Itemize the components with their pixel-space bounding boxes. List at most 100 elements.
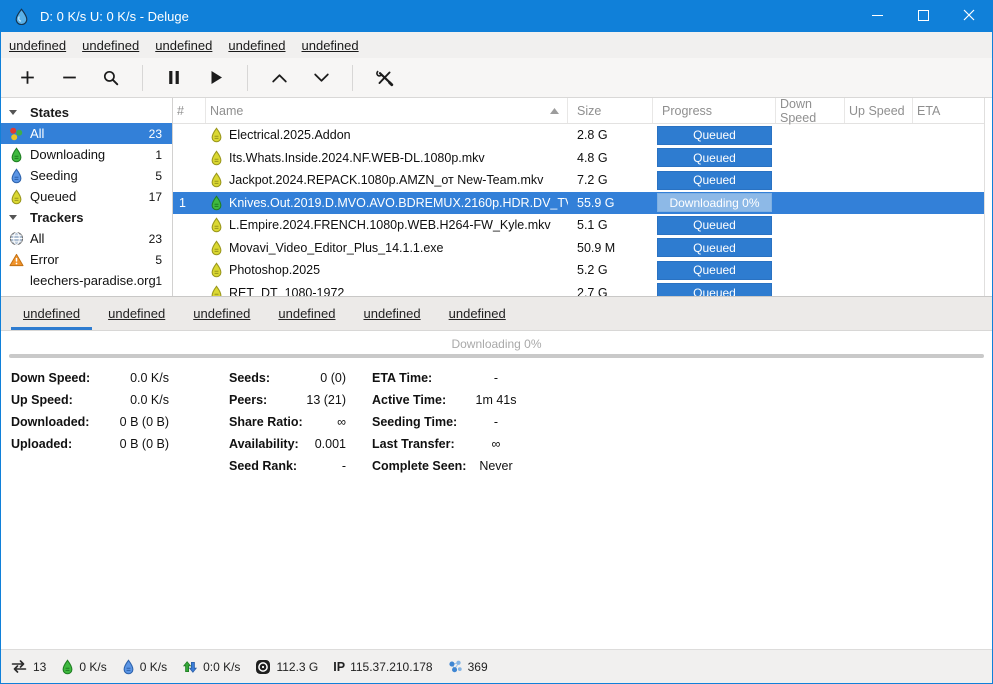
- column-header-num[interactable]: #: [173, 98, 206, 123]
- stats-column-peers: Seeds: 0 (0) Peers: 13 (21) Share Ratio:…: [229, 367, 346, 477]
- column-header-up-speed[interactable]: Up Speed: [845, 98, 913, 123]
- tab-status[interactable]: undefined: [9, 297, 94, 330]
- statusbar-value: 369: [468, 660, 488, 674]
- queued-drop-icon: [210, 172, 223, 188]
- column-header-eta[interactable]: ETA: [913, 98, 986, 123]
- menu-view[interactable]: undefined: [220, 32, 293, 58]
- toolbar-separator: [352, 65, 353, 91]
- stat-row: Seeds: 0 (0): [229, 367, 346, 389]
- filter-state-seeding[interactable]: Seeding 5: [1, 165, 172, 186]
- queue-down-button[interactable]: [300, 62, 342, 94]
- statusbar-upload-speed: 0 K/s: [122, 659, 167, 675]
- deluge-window: D: 0 K/s U: 0 K/s - Deluge undefinedunde…: [0, 0, 993, 684]
- vertical-scrollbar[interactable]: [984, 98, 992, 296]
- column-header-size[interactable]: Size: [568, 98, 653, 123]
- preferences-button[interactable]: [363, 62, 405, 94]
- stat-row: Complete Seen: Never: [372, 455, 527, 477]
- statusbar-dht-nodes: 369: [448, 659, 488, 674]
- queued-drop-icon: [210, 240, 223, 256]
- filter-tracker-error[interactable]: Error 5: [1, 249, 172, 270]
- states-group-label: States: [30, 105, 69, 120]
- progress-bar: Queued: [657, 238, 772, 257]
- torrent-row[interactable]: Photoshop.2025 5.2 G Queued: [173, 259, 992, 282]
- menu-file[interactable]: undefined: [1, 32, 74, 58]
- column-header-down-speed[interactable]: Down Speed: [776, 98, 845, 123]
- torrent-row[interactable]: Electrical.2025.Addon 2.8 G Queued: [173, 124, 992, 147]
- error-icon: [8, 252, 24, 268]
- statusbar-free-disk-space: 112.3 G: [255, 659, 318, 675]
- tab-trackers[interactable]: undefined: [435, 297, 520, 330]
- upload-drop-icon: [122, 659, 135, 675]
- resume-button[interactable]: [195, 62, 237, 94]
- globe-icon: [8, 231, 24, 247]
- maximize-button[interactable]: [900, 1, 946, 32]
- queue-position: 1: [173, 196, 206, 210]
- queue-up-button[interactable]: [258, 62, 300, 94]
- menu-edit[interactable]: undefined: [74, 32, 147, 58]
- progress-bar: Queued: [657, 216, 772, 235]
- queued-drop-icon: [8, 189, 24, 205]
- preferences-icon: [375, 69, 394, 87]
- torrent-row[interactable]: Movavi_Video_Editor_Plus_14.1.1.exe 50.9…: [173, 237, 992, 260]
- stats-column-transfer: Down Speed: 0.0 K/s Up Speed: 0.0 K/s Do…: [11, 367, 169, 455]
- menu-help[interactable]: undefined: [294, 32, 367, 58]
- stat-row: Share Ratio: ∞: [229, 411, 346, 433]
- menubar: undefinedundefinedundefinedundefinedunde…: [1, 32, 992, 58]
- window-controls: [854, 1, 992, 32]
- dht-icon: [448, 659, 463, 674]
- torrent-name: Knives.Out.2019.D.MVO.AVO.BDREMUX.2160p.…: [229, 196, 568, 210]
- filter-state-all[interactable]: All 23: [1, 123, 172, 144]
- progress-bar: Queued: [657, 126, 772, 145]
- window-title: D: 0 K/s U: 0 K/s - Deluge: [40, 9, 189, 24]
- collapse-triangle-icon: [9, 215, 17, 220]
- progress-bar: Downloading 0%: [657, 193, 772, 212]
- stat-row: Active Time: 1m 41s: [372, 389, 527, 411]
- torrent-name-cell: Jackpot.2024.REPACK.1080p.AMZN_от New-Te…: [206, 172, 568, 188]
- filter-state-downloading[interactable]: Downloading 1: [1, 144, 172, 165]
- filter-state-queued[interactable]: Queued 17: [1, 186, 172, 207]
- states-group-header[interactable]: States: [1, 102, 172, 123]
- torrent-progress-cell: Queued: [653, 126, 776, 145]
- minimize-icon: [872, 9, 883, 24]
- add-torrent-button[interactable]: [6, 62, 48, 94]
- torrent-name: Jackpot.2024.REPACK.1080p.AMZN_от New-Te…: [229, 173, 543, 187]
- seeding-drop-icon: [8, 168, 24, 184]
- torrent-list-body: Electrical.2025.Addon 2.8 G Queued Its.W…: [173, 124, 992, 296]
- torrent-list: # Name Size Progress Down Speed Up Speed…: [173, 98, 992, 296]
- torrent-name-cell: Movavi_Video_Editor_Plus_14.1.1.exe: [206, 240, 568, 256]
- downloading-drop-icon: [8, 147, 24, 163]
- queue-down-icon: [313, 72, 330, 84]
- pause-button[interactable]: [153, 62, 195, 94]
- tab-details[interactable]: undefined: [94, 297, 179, 330]
- tab-files[interactable]: undefined: [264, 297, 349, 330]
- tab-options[interactable]: undefined: [179, 297, 264, 330]
- torrent-size: 2.7 G: [568, 286, 653, 296]
- filter-search-button[interactable]: [90, 62, 132, 94]
- download-drop-icon: [61, 659, 74, 675]
- filter-tracker-leechers-paradise[interactable]: leechers-paradise.org 1: [1, 270, 172, 291]
- remove-torrent-button[interactable]: [48, 62, 90, 94]
- torrent-row[interactable]: Its.Whats.Inside.2024.NF.WEB-DL.1080p.mk…: [173, 147, 992, 170]
- column-header-name[interactable]: Name: [206, 98, 568, 123]
- column-header-progress[interactable]: Progress: [653, 98, 776, 123]
- tab-peers[interactable]: undefined: [350, 297, 435, 330]
- remove-torrent-icon: [61, 69, 78, 86]
- toolbar-separator: [247, 65, 248, 91]
- trackers-group-header[interactable]: Trackers: [1, 207, 172, 228]
- collapse-triangle-icon: [9, 110, 17, 115]
- menu-torrent[interactable]: undefined: [147, 32, 220, 58]
- statusbar-connections: 13: [10, 660, 46, 674]
- torrent-row[interactable]: RET_DT_1080-1972 2.7 G Queued: [173, 282, 992, 297]
- torrent-size: 4.8 G: [568, 151, 653, 165]
- minimize-button[interactable]: [854, 1, 900, 32]
- close-button[interactable]: [946, 1, 992, 32]
- torrent-size: 7.2 G: [568, 173, 653, 187]
- torrent-row[interactable]: L.Empire.2024.FRENCH.1080p.WEB.H264-FW_K…: [173, 214, 992, 237]
- torrent-row[interactable]: Jackpot.2024.REPACK.1080p.AMZN_от New-Te…: [173, 169, 992, 192]
- filter-sidebar: States All 23 Downloading 1 Seeding 5 Qu…: [1, 98, 173, 296]
- torrent-row[interactable]: 1 Knives.Out.2019.D.MVO.AVO.BDREMUX.2160…: [173, 192, 992, 215]
- maximize-icon: [918, 9, 929, 24]
- filter-tracker-all[interactable]: All 23: [1, 228, 172, 249]
- statusbar-value: 115.37.210.178: [350, 660, 433, 674]
- stat-row: Availability: 0.001: [229, 433, 346, 455]
